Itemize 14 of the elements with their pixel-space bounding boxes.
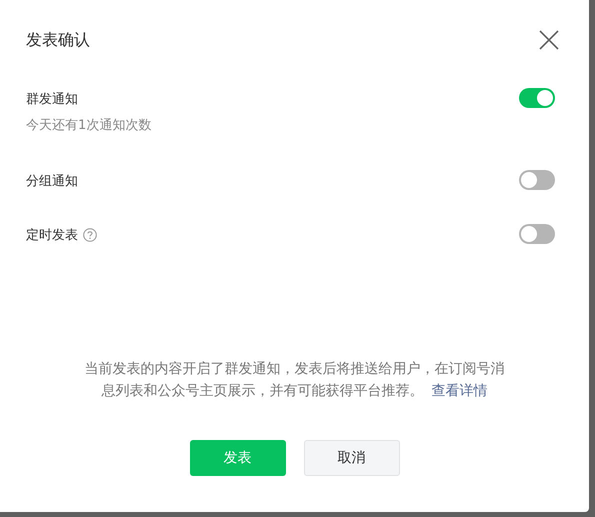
toggle-switch[interactable] (519, 224, 555, 244)
option-label: 群发通知 (26, 91, 78, 108)
option-label: 定时发表 (26, 227, 78, 244)
details-link[interactable]: 查看详情 (432, 383, 488, 399)
option-hint: 今天还有1次通知次数 (26, 117, 152, 134)
dialog-title: 发表确认 (26, 30, 90, 50)
toggle-switch[interactable] (519, 88, 555, 108)
close-icon (539, 30, 559, 50)
notice-text: 当前发表的内容开启了群发通知，发表后将推送给用户，在订阅号消息列表和公众号主页展示，并有可能获得平台推荐。 查看详情 (84, 360, 506, 401)
option-label: 分组通知 (26, 173, 78, 190)
cancel-button[interactable]: 取消 (304, 440, 400, 476)
toggle-switch[interactable] (519, 170, 555, 190)
help-icon[interactable] (83, 228, 97, 242)
close-button[interactable] (539, 30, 559, 50)
